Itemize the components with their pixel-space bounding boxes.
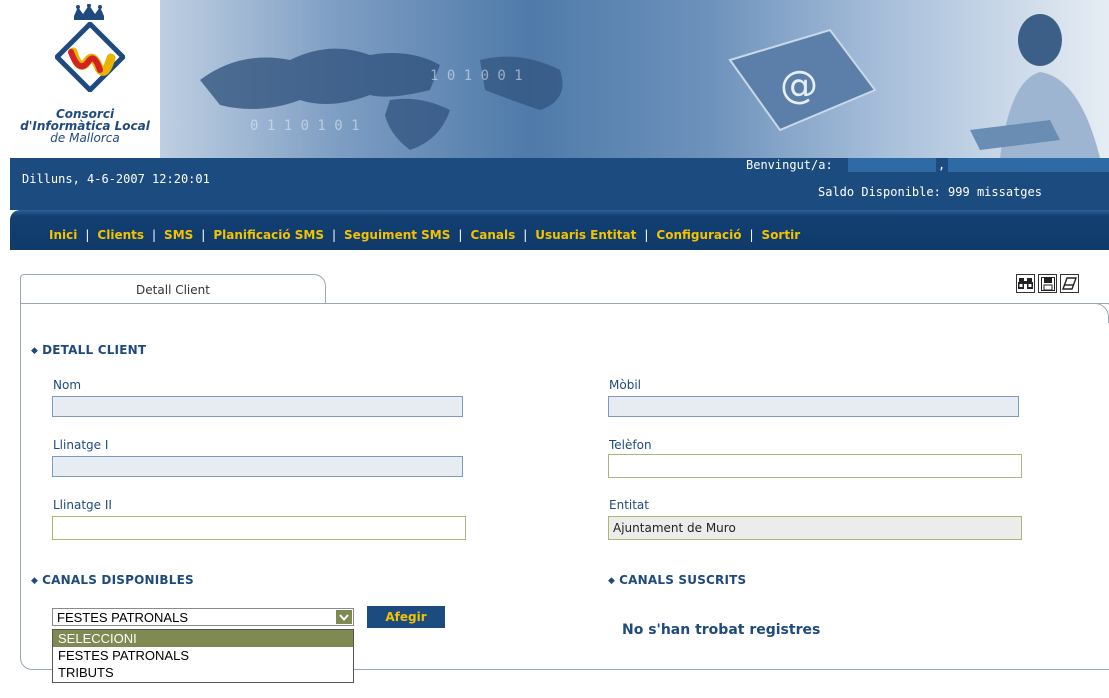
save-button[interactable] [1038,274,1057,293]
nav-item-canals[interactable]: Canals [470,228,515,242]
eraser-icon [1062,277,1077,290]
welcome-comma: , [938,158,946,172]
welcome-label: Benvingut/a: [746,158,833,172]
consorci-logo-mark [55,22,125,92]
diamond-icon: ◆ [608,576,616,586]
nav-separator: | [152,228,157,242]
canal-select-value: FESTES PATRONALS [57,610,188,625]
user-name-redacted [848,158,936,172]
svg-text:0 1 1 0 1 0 1: 0 1 1 0 1 0 1 [250,118,360,134]
toolbar [1016,274,1079,293]
binoculars-icon [1018,278,1033,289]
dropdown-arrow-button[interactable] [336,610,352,624]
nom-field[interactable] [52,396,463,417]
user-surname-redacted [948,158,1109,172]
panel-corner [1060,303,1109,323]
logo-text-line3: de Mallorca [50,131,120,145]
mobil-label: Mòbil [609,378,641,392]
section-title-canals-disponibles: ◆ CANALS DISPONIBLES [31,573,194,587]
nav-item-sms[interactable]: SMS [164,228,193,242]
save-icon [1040,276,1055,291]
search-button[interactable] [1016,274,1035,293]
nav-separator: | [749,228,754,242]
available-balance: Saldo Disponible: 999 missatges [818,185,1042,199]
nav-item-clients[interactable]: Clients [97,228,144,242]
crown-icon [74,4,104,20]
entitat-label: Entitat [609,498,649,512]
telefon-label: Telèfon [609,438,652,452]
person-at-computer-image [970,14,1100,158]
section-title-text: CANALS DISPONIBLES [42,573,194,587]
dropdown-option[interactable]: FESTES PATRONALS [53,647,353,664]
logo: Consorci d'Informàtica Local de Mallorca [10,0,160,158]
section-title-text: DETALL CLIENT [42,343,147,357]
empty-records-message: No s'han trobat registres [622,622,821,638]
nav-separator: | [458,228,463,242]
nav-list: Inici | Clients | SMS | Planificació SMS… [49,228,800,242]
telefon-field[interactable] [608,454,1022,478]
dropdown-option[interactable]: SELECCIONI [53,630,353,647]
main-nav: Inici | Clients | SMS | Planificació SMS… [10,210,1109,250]
keyboard-at-key-image: @ [728,28,877,132]
llinatge1-label: Llinatge I [53,438,109,452]
tab-detall-client[interactable]: Detall Client [20,274,326,304]
page-header: Consorci d'Informàtica Local de Mallorca… [10,0,1109,250]
svg-text:@: @ [780,63,818,107]
nav-item-inici[interactable]: Inici [49,228,77,242]
nav-item-usuaris-entitat[interactable]: Usuaris Entitat [535,228,636,242]
llinatge2-field[interactable] [52,516,466,540]
header-banner: Consorci d'Informàtica Local de Mallorca… [10,0,1109,158]
dropdown-option[interactable]: TRIBUTS [53,664,353,681]
current-datetime: Dilluns, 4-6-2007 12:20:01 [22,172,210,186]
date-bar: Dilluns, 4-6-2007 12:20:01 Benvingut/a: … [10,158,1109,210]
nav-separator: | [85,228,90,242]
nav-separator: | [331,228,337,242]
section-title-text: CANALS SUSCRITS [619,573,747,587]
nav-separator: | [644,228,649,242]
mobil-field[interactable] [608,396,1019,417]
llinatge1-field[interactable] [52,456,463,477]
nav-item-sortir[interactable]: Sortir [762,228,801,242]
diamond-icon: ◆ [31,576,39,586]
tab-label: Detall Client [136,283,210,297]
add-canal-button[interactable]: Afegir [367,606,445,628]
entitat-field[interactable] [608,516,1022,540]
nav-item-planificacio-sms[interactable]: Planificació SMS [213,228,324,242]
svg-text:1 0 1 0 0 1: 1 0 1 0 0 1 [430,68,523,84]
world-map-image: 0 1 1 0 1 0 1 1 0 1 0 0 1 [200,48,563,150]
diamond-icon: ◆ [31,346,39,356]
nom-label: Nom [53,378,82,392]
section-title-detall-client: ◆ DETALL CLIENT [31,343,146,357]
nav-item-configuracio[interactable]: Configuració [656,228,741,242]
chevron-down-icon [339,613,349,621]
section-title-canals-suscrits: ◆ CANALS SUSCRITS [608,573,746,587]
canal-dropdown-list: SELECCIONI FESTES PATRONALS TRIBUTS [52,629,354,683]
nav-separator: | [523,228,528,242]
clear-button[interactable] [1060,274,1079,293]
llinatge2-label: Llinatge II [53,498,112,512]
canal-select[interactable]: FESTES PATRONALS [52,608,354,626]
nav-item-seguiment-sms[interactable]: Seguiment SMS [344,228,450,242]
nav-separator: | [201,228,206,242]
